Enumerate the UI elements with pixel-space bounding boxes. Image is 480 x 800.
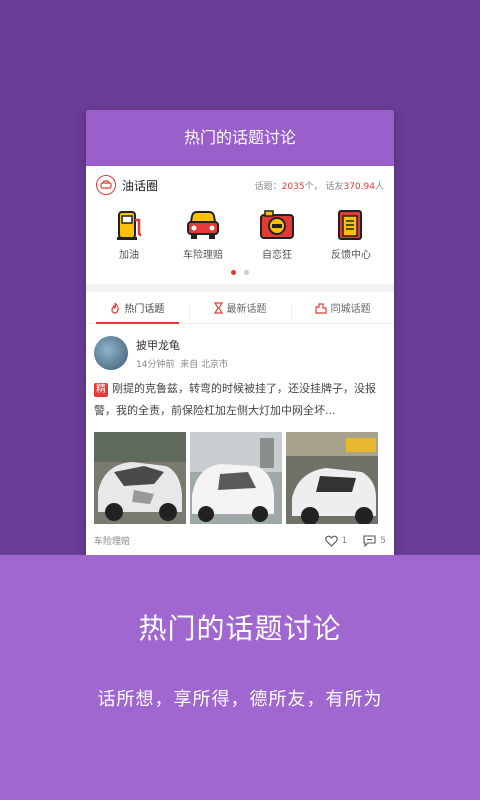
circle-info-row: 油话圈 话题：2035个， 话友370.94人 (86, 166, 394, 204)
banner-title: 热门的话题讨论 (138, 612, 342, 645)
post-author: 披甲龙龟 14分钟前 来自 北京市 (94, 336, 386, 370)
post-photo[interactable] (94, 432, 186, 524)
flame-icon (111, 302, 120, 314)
tab-hot-topics[interactable]: 热门话题 (86, 292, 189, 324)
category-feedback[interactable]: 反馈中心 (317, 208, 385, 261)
promo-banner: 热门的话题讨论 话所想，享所得，德所友，有所为 (0, 555, 480, 800)
city-icon (315, 302, 327, 314)
like-count: 1 (341, 535, 348, 546)
carousel-dots (86, 270, 394, 284)
category-fuel[interactable]: 加油 (95, 208, 163, 261)
car-icon (187, 211, 219, 239)
document-icon (338, 210, 362, 240)
banner-subtitle: 话所想，享所得，德所友，有所为 (97, 689, 383, 710)
circle-name: 油话圈 (122, 178, 159, 193)
comment-icon (363, 534, 376, 547)
fuel-pump-icon (117, 211, 142, 240)
category-icons: 加油 车险理赔 自恋狂 反馈中心 (86, 204, 394, 261)
post-photos (94, 432, 386, 524)
featured-badge: 精 (94, 383, 108, 397)
carousel-dot-active[interactable] (231, 270, 236, 275)
page-title: 热门的话题讨论 (86, 110, 394, 166)
topic-tabs: 热门话题 最新话题 同城话题 (86, 284, 394, 324)
comment-count: 5 (380, 535, 386, 546)
category-insurance[interactable]: 车险理赔 (169, 208, 237, 261)
tab-latest-topics[interactable]: 最新话题 (188, 292, 292, 323)
circle-stats: 话题：2035个， 话友370.94人 (254, 181, 384, 192)
carousel-dot[interactable] (244, 270, 249, 275)
phone-screen: 热门的话题讨论 油话圈 话题：2035个， 话友370.94人 加油 车险理赔 … (86, 110, 394, 570)
post-meta: 14分钟前 来自 北京市 (136, 359, 229, 370)
heart-icon (324, 535, 338, 547)
author-name[interactable]: 披甲龙龟 (136, 337, 228, 353)
post-photo[interactable] (286, 432, 378, 524)
avatar[interactable] (94, 336, 128, 370)
car-logo-icon (96, 175, 116, 195)
post-content: 精刚提的克鲁兹，转弯的时候被挂了，还没挂牌子，没报警，我的全责，前保险杠加左侧大… (94, 382, 376, 417)
tab-local-topics[interactable]: 同城话题 (291, 292, 394, 323)
camera-icon (260, 210, 294, 239)
post-card[interactable]: 披甲龙龟 14分钟前 来自 北京市 精刚提的克鲁兹，转弯的时候被挂了，还没挂牌子… (86, 324, 394, 547)
comment-button[interactable]: 5 (363, 534, 386, 547)
category-selfie[interactable]: 自恋狂 (243, 208, 311, 261)
post-category[interactable]: 车险理赔 (94, 534, 130, 547)
post-photo[interactable] (190, 432, 282, 524)
hourglass-icon (213, 301, 223, 314)
like-button[interactable]: 1 (324, 535, 348, 547)
post-footer: 车险理赔 1 5 (94, 534, 386, 547)
